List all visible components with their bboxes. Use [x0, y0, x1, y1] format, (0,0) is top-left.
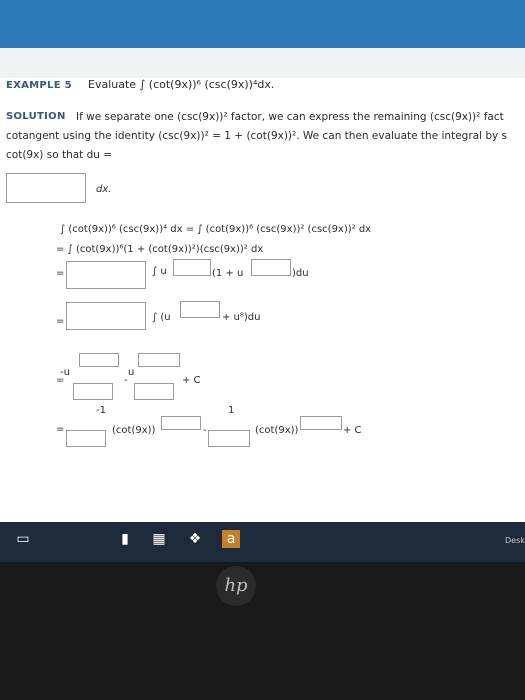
- du-answer-box[interactable]: [6, 173, 86, 203]
- top-header-bar: [0, 0, 525, 48]
- numerator-exponent-box-1[interactable]: [79, 353, 119, 367]
- exponent-box-1[interactable]: [173, 259, 211, 276]
- cot9x-label: (cot(9x)): [255, 425, 299, 436]
- denominator-box-2[interactable]: [134, 383, 174, 400]
- photo-of-screen: EXAMPLE 5 Evaluate ∫ (cot(9x))⁶ (csc(9x)…: [0, 0, 525, 700]
- integral-paren-u-label: ∫ (u: [152, 312, 171, 323]
- hp-logo: hp: [216, 566, 256, 606]
- exponent-box-3[interactable]: [180, 301, 220, 318]
- u-label: u: [128, 367, 135, 378]
- task-view-icon[interactable]: ▭: [14, 530, 32, 548]
- exponent-box-2[interactable]: [251, 259, 291, 276]
- plus-c-label: + C: [182, 375, 201, 386]
- equals-sign: =: [56, 375, 65, 386]
- solution-line-3: cot(9x) so that du =: [6, 149, 113, 161]
- desktop-label[interactable]: Desk: [505, 536, 525, 545]
- solution-line-1: If we separate one (csc(9x))² factor, we…: [76, 111, 504, 123]
- amazon-icon[interactable]: a: [222, 530, 240, 548]
- equals-sign: =: [56, 268, 65, 279]
- minus-sign: -: [203, 425, 207, 436]
- equals-sign: =: [56, 424, 65, 435]
- example-label: EXAMPLE 5: [6, 80, 72, 91]
- folder-icon[interactable]: ▮: [116, 530, 134, 548]
- sub-header-bar: [0, 48, 525, 78]
- denominator-box-1[interactable]: [73, 383, 113, 400]
- exponent-box-4[interactable]: [161, 416, 201, 430]
- coefficient-box-2[interactable]: [66, 302, 146, 330]
- taskbar: [0, 522, 525, 562]
- exponent-box-5[interactable]: [300, 416, 342, 430]
- work-row-1: ∫ (cot(9x))⁶ (csc(9x))⁴ dx = ∫ (cot(9x))…: [60, 224, 372, 235]
- denominator-box-4[interactable]: [208, 430, 250, 447]
- coefficient-box-1[interactable]: [66, 261, 146, 289]
- integral-u-label: ∫ u: [152, 266, 167, 277]
- numerator-exponent-box-2[interactable]: [138, 353, 180, 367]
- dx-label: dx.: [96, 184, 112, 195]
- one-plus-u-label: (1 + u: [212, 268, 244, 279]
- dropbox-icon[interactable]: ❖: [186, 530, 204, 548]
- neg-one-label: -1: [96, 405, 106, 416]
- plus-c-label: + C: [343, 425, 362, 436]
- browser-page: EXAMPLE 5 Evaluate ∫ (cot(9x))⁶ (csc(9x)…: [0, 0, 525, 530]
- one-label: 1: [228, 405, 235, 416]
- solution-line-2: cotangent using the identity (csc(9x))² …: [6, 130, 508, 142]
- store-icon[interactable]: ▦: [150, 530, 168, 548]
- work-row-2: = ∫ (cot(9x))⁶(1 + (cot(9x))²)(csc(9x))²…: [56, 244, 264, 255]
- plus-u-du-label: + u⁸)du: [222, 312, 261, 323]
- cot9x-label: (cot(9x)): [112, 425, 156, 436]
- equals-sign: =: [56, 316, 65, 327]
- solution-label: SOLUTION: [6, 111, 66, 122]
- example-prompt: Evaluate ∫ (cot(9x))⁶ (csc(9x))⁴dx.: [88, 78, 275, 91]
- denominator-box-3[interactable]: [66, 430, 106, 447]
- close-du-label: )du: [292, 268, 309, 279]
